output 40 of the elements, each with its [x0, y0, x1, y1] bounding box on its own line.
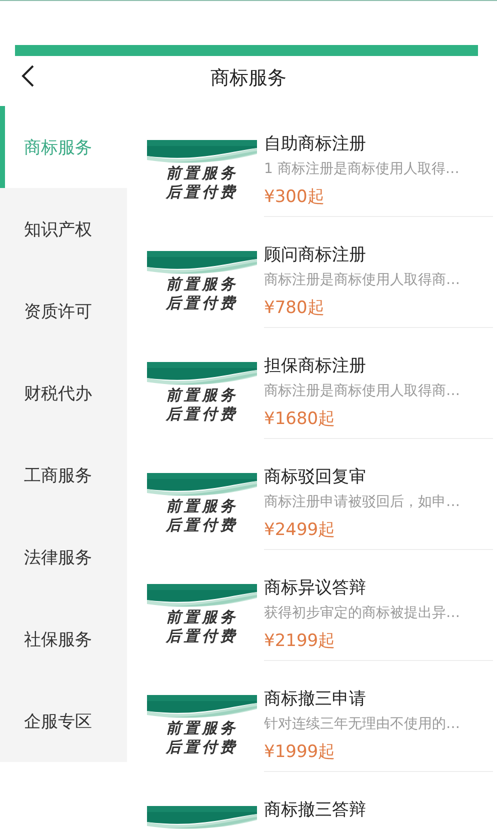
banner-text: 前置服务 [166, 608, 238, 627]
service-description: 获得初步审定的商标被提出异… [264, 604, 461, 623]
banner-text: 后置付费 [166, 405, 238, 424]
service-title[interactable]: 自助商标注册 [264, 132, 493, 156]
category-tab[interactable]: 企服专区 [0, 680, 127, 762]
page-title: 商标服务 [210, 66, 286, 91]
banner-text: 后置付费 [166, 627, 238, 646]
category-tab[interactable]: 知识产权 [0, 188, 127, 270]
category-tab[interactable]: 财税代办 [0, 352, 127, 434]
service-title[interactable]: 商标撤三答辩 [264, 798, 493, 822]
banner-text: 后置付费 [166, 516, 238, 535]
service-title[interactable]: 顾问商标注册 [264, 243, 493, 267]
service-description: 商标注册申请被驳回后，如申… [264, 493, 461, 512]
back-icon [20, 64, 34, 88]
service-price: ¥1680起 [264, 408, 336, 431]
banner-text: 前置服务 [166, 386, 238, 405]
banner-text: 前置服务 [166, 719, 238, 738]
service-title[interactable]: 商标撤三申请 [264, 687, 493, 711]
service-description: 商标注册是商标使用人取得商… [264, 271, 461, 290]
category-tab[interactable]: 资质许可 [0, 270, 127, 352]
category-tab[interactable]: 社保服务 [0, 598, 127, 680]
service-price: ¥2199起 [264, 630, 336, 653]
service-description: 商标注册是商标使用人取得商… [264, 382, 461, 401]
service-price: ¥2499起 [264, 519, 336, 542]
service-price: ¥780起 [264, 297, 326, 320]
service-title[interactable]: 担保商标注册 [264, 354, 493, 378]
category-tab[interactable]: 工商服务 [0, 434, 127, 516]
category-tab[interactable]: 法律服务 [0, 516, 127, 598]
banner-text: 前置服务 [166, 275, 238, 294]
banner-text: 后置付费 [166, 738, 238, 757]
banner-text: 后置付费 [166, 294, 238, 313]
banner-text: 后置付费 [166, 183, 238, 202]
service-description: 针对连续三年无理由不使用的… [264, 715, 461, 734]
service-description: 1 商标注册是商标使用人取得… [264, 160, 460, 179]
service-title[interactable]: 商标驳回复审 [264, 465, 493, 489]
banner-text: 前置服务 [166, 497, 238, 516]
service-title[interactable]: 商标异议答辩 [264, 576, 493, 600]
service-price: ¥1999起 [264, 741, 336, 764]
service-price: ¥300起 [264, 186, 326, 209]
banner-text: 前置服务 [166, 164, 238, 183]
